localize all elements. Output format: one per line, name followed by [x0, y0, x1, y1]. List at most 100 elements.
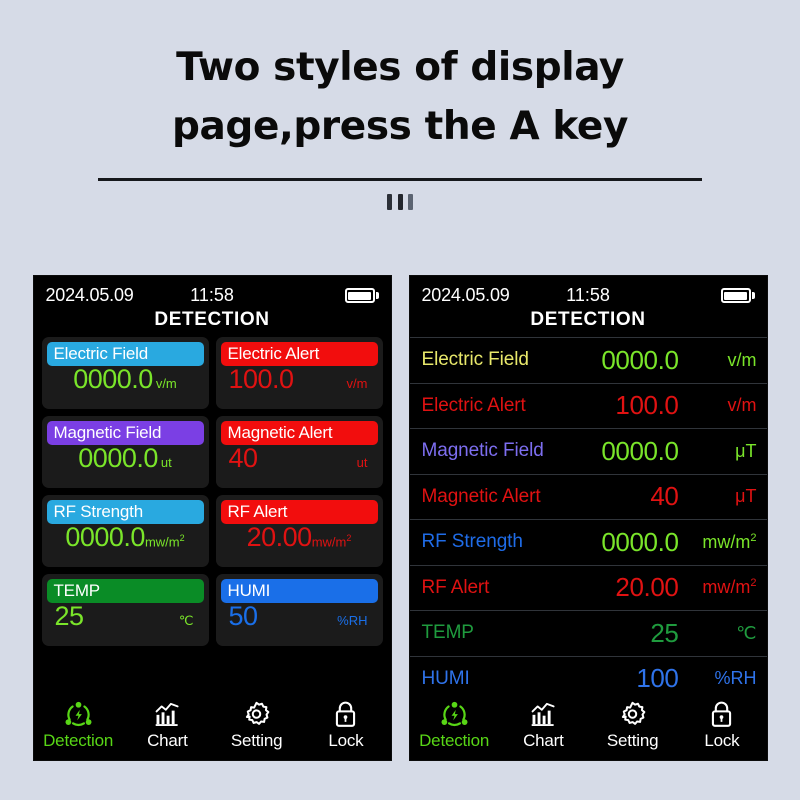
- nav-item-label: Lock: [704, 730, 740, 750]
- measurement-card-label: RF Strength: [46, 500, 204, 524]
- screen-title-left: DETECTION: [154, 309, 270, 330]
- nav-item-label: Setting: [230, 730, 283, 750]
- measurement-row[interactable]: RF Alert 20.00 mw/m2: [409, 564, 767, 611]
- measurement-card-unit: ut: [160, 455, 172, 470]
- status-time: 11:58: [566, 285, 610, 305]
- gear-icon: [245, 701, 270, 725]
- bar-chart-icon: [531, 702, 555, 726]
- measurement-row-list: Electric Field 0000.0 v/m Electric Alert 100…: [409, 337, 767, 701]
- measurement-row-label: Magnetic Alert: [421, 485, 541, 507]
- measurement-row-unit: μT: [735, 486, 757, 507]
- measurement-row-value: 0000.0: [601, 526, 679, 557]
- measurement-row-label: Electric Alert: [421, 394, 526, 416]
- measurement-card-unit: %RH: [337, 613, 368, 628]
- measurement-card-label: TEMP: [46, 579, 204, 603]
- nav-item-lock[interactable]: Lock: [677, 694, 766, 760]
- measurement-row[interactable]: RF Strength 0000.0 mw/m2: [409, 519, 767, 565]
- nav-item-chart[interactable]: Chart: [499, 694, 588, 760]
- measurement-card-value: 50: [228, 601, 259, 631]
- emf-detection-icon: [441, 700, 468, 729]
- measurement-card[interactable]: RF Strength 0000.0 mw/m2: [41, 495, 209, 567]
- bottom-nav-right: Detection Chart Setting Lock: [409, 694, 767, 760]
- measurement-card-body: 0000.0 mw/m2: [47, 524, 204, 562]
- measurement-row-label: HUMI: [421, 667, 470, 689]
- measurement-row-unit: v/m: [727, 349, 757, 370]
- nav-item-detection[interactable]: Detection: [34, 694, 123, 760]
- bar-chart-icon: [155, 702, 179, 726]
- measurement-row[interactable]: Magnetic Alert 40 μT: [409, 473, 767, 520]
- measurement-row[interactable]: Electric Field 0000.0 v/m: [409, 337, 767, 383]
- device-screens-row: 2024.05.09 11:58 DETECTION Electric Fiel…: [0, 276, 800, 760]
- nav-item-detection[interactable]: Detection: [410, 694, 499, 760]
- measurement-row-unit: mw/m2: [702, 531, 757, 552]
- gear-icon: [621, 701, 646, 725]
- measurement-card-label: Electric Field: [46, 342, 204, 366]
- page-root: Two styles of display page,press the A k…: [0, 0, 800, 800]
- measurement-card-value: 0000.0: [78, 443, 158, 473]
- measurement-card-value: 25: [54, 601, 85, 631]
- measurement-card-body: 0000.0 ut: [47, 445, 204, 483]
- nav-item-setting[interactable]: Setting: [588, 694, 677, 760]
- measurement-row-value: 100: [636, 663, 679, 694]
- measurement-card-unit: mw/m2: [311, 532, 352, 549]
- measurement-card[interactable]: HUMI 50 %RH: [215, 574, 383, 646]
- measurement-card-body: 0000.0 v/m: [47, 366, 204, 404]
- bottom-nav-left: Detection Chart Setting Lock: [33, 694, 391, 760]
- measurement-card-unit: v/m: [346, 376, 368, 391]
- nav-item-lock[interactable]: Lock: [301, 694, 390, 760]
- measurement-card-value: 20.00: [246, 522, 313, 552]
- measurement-card[interactable]: TEMP 25 ℃: [41, 574, 209, 646]
- measurement-row-label: Magnetic Field: [421, 440, 544, 462]
- measurement-card-label: Electric Alert: [220, 342, 378, 366]
- measurement-card-value: 40: [228, 443, 259, 473]
- status-bar-right: 2024.05.09 11:58: [410, 276, 767, 311]
- measurement-card-label: HUMI: [220, 579, 378, 603]
- measurement-card-value: 0000.0: [73, 364, 153, 394]
- nav-item-setting[interactable]: Setting: [212, 694, 301, 760]
- battery-full-icon: [344, 288, 379, 303]
- status-time: 11:58: [190, 285, 234, 305]
- emf-detection-icon: [441, 701, 468, 726]
- status-date: 2024.05.09: [421, 285, 510, 305]
- page-title: Two styles of display page,press the A k…: [172, 45, 628, 150]
- nav-item-chart[interactable]: Chart: [123, 694, 212, 760]
- measurement-card[interactable]: Magnetic Field 0000.0 ut: [41, 416, 209, 488]
- lock-icon: [333, 700, 358, 729]
- measurement-card-unit: mw/m2: [144, 532, 185, 549]
- bar-chart-icon: [154, 700, 181, 729]
- measurement-card-label: Magnetic Alert: [220, 421, 378, 445]
- measurement-row-value: 0000.0: [601, 435, 679, 466]
- lock-icon: [712, 701, 732, 727]
- drag-handle-icon[interactable]: [387, 193, 413, 210]
- measurement-card[interactable]: Magnetic Alert 40 ut: [215, 416, 383, 488]
- measurement-row-unit: μT: [735, 440, 757, 461]
- status-bar-left: 2024.05.09 11:58: [34, 276, 391, 311]
- measurement-row[interactable]: TEMP 25 ℃: [409, 610, 767, 656]
- measurement-card-body: 40 ut: [221, 445, 378, 483]
- measurement-card[interactable]: Electric Field 0000.0 v/m: [41, 337, 209, 409]
- measurement-card-body: 50 %RH: [221, 603, 378, 641]
- measurement-row-label: RF Strength: [421, 531, 523, 553]
- measurement-row[interactable]: Magnetic Field 0000.0 μT: [409, 428, 767, 474]
- measurement-card[interactable]: Electric Alert 100.0 v/m: [215, 337, 383, 409]
- measurement-row-value: 40: [650, 481, 679, 512]
- measurement-card-value: 0000.0: [65, 522, 145, 552]
- measurement-card[interactable]: RF Alert 20.00 mw/m2: [215, 495, 383, 567]
- measurement-row-unit: ℃: [736, 622, 757, 643]
- emf-detection-icon: [65, 701, 92, 726]
- measurement-row-value: 20.00: [615, 572, 679, 603]
- nav-item-label: Detection: [43, 730, 114, 750]
- lock-icon: [336, 701, 356, 727]
- measurement-row-unit: mw/m2: [702, 577, 757, 598]
- nav-item-label: Setting: [606, 730, 659, 750]
- measurement-row[interactable]: Electric Alert 100.0 v/m: [409, 382, 767, 429]
- device-screen-card-style: 2024.05.09 11:58 DETECTION Electric Fiel…: [33, 276, 391, 760]
- measurement-row-value: 100.0: [615, 390, 679, 421]
- status-date: 2024.05.09: [45, 285, 134, 305]
- nav-item-label: Detection: [419, 730, 490, 750]
- gear-icon: [619, 700, 646, 729]
- measurement-row-unit: v/m: [727, 395, 757, 416]
- measurement-card-grid: Electric Field 0000.0 v/m Electric Alert 100…: [34, 337, 391, 646]
- measurement-card-unit: v/m: [155, 376, 177, 391]
- measurement-card-body: 20.00 mw/m2: [221, 524, 378, 562]
